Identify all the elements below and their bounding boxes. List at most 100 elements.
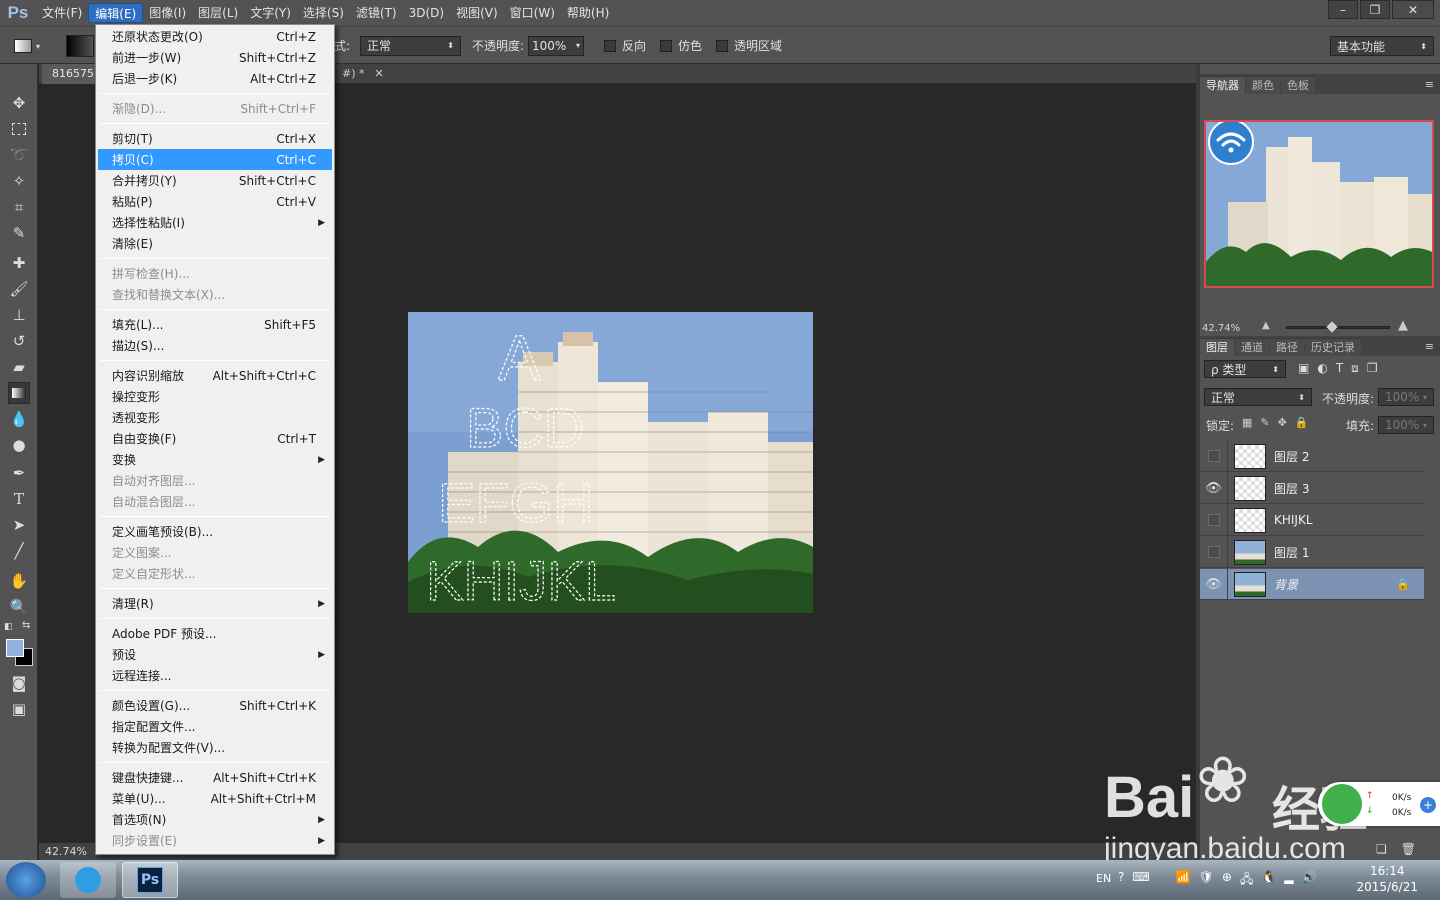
layer-row[interactable]: 👁 背景 🔒	[1200, 568, 1424, 600]
default-colors-icon[interactable]: ◧	[4, 622, 13, 632]
layers-tab[interactable]: 路径	[1270, 338, 1304, 356]
eye-icon[interactable]: 👁	[1200, 472, 1228, 504]
gradient-tool-icon[interactable]	[8, 382, 30, 404]
edit-menu-item[interactable]: 还原状态更改(O) Ctrl+Z	[98, 26, 332, 47]
taskbar-app-photoshop[interactable]: Ps	[122, 862, 178, 898]
edit-menu-item[interactable]: Adobe PDF 预设...	[98, 623, 332, 644]
pen-tool-icon[interactable]: ✒	[8, 462, 30, 484]
document-tab-suffix[interactable]: #) * ✕	[334, 64, 392, 84]
menu-item[interactable]: 3D(D)	[403, 3, 450, 23]
brush-tool-icon[interactable]: 🖌	[8, 278, 30, 300]
close-tab-icon[interactable]: ✕	[375, 67, 384, 80]
taskbar-app-browser[interactable]	[60, 862, 116, 898]
opacity-input[interactable]: 100% ▾	[528, 35, 584, 56]
shape-filter-icon[interactable]: ⧈	[1351, 361, 1359, 376]
edit-menu-item[interactable]: 菜单(U)... Alt+Shift+Ctrl+M	[98, 788, 332, 809]
edit-menu-item[interactable]: 清理(R) ▶	[98, 593, 332, 614]
zoom-in-icon[interactable]: ▲	[1398, 318, 1408, 333]
menu-item[interactable]: 文件(F)	[36, 3, 88, 23]
adjustment-filter-icon[interactable]: ◐	[1317, 361, 1327, 376]
edit-menu-item[interactable]: 远程连接...	[98, 665, 332, 686]
edit-menu-item[interactable]: 选择性粘贴(I) ▶	[98, 212, 332, 233]
foreground-color-swatch[interactable]	[6, 639, 24, 657]
edit-menu-item[interactable]: 内容识别缩放 Alt+Shift+Ctrl+C	[98, 365, 332, 386]
edit-menu-item[interactable]: 剪切(T) Ctrl+X	[98, 128, 332, 149]
reverse-checkbox[interactable]: 反向	[604, 35, 646, 56]
layer-row[interactable]: 👁 图层 3	[1200, 472, 1424, 504]
edit-menu-item[interactable]: 合并拷贝(Y) Shift+Ctrl+C	[98, 170, 332, 191]
layers-tab[interactable]: 历史记录	[1305, 338, 1361, 356]
minimize-button[interactable]: –	[1328, 0, 1358, 19]
network-speed-widget[interactable]: ↑ ↓ 0K/s 0K/s +	[1318, 782, 1440, 826]
dodge-tool-icon[interactable]: ●	[8, 434, 30, 456]
smart-object-filter-icon[interactable]: ❐	[1367, 361, 1378, 376]
menu-item[interactable]: 选择(S)	[297, 3, 350, 23]
edit-menu-item[interactable]: 颜色设置(G)... Shift+Ctrl+K	[98, 695, 332, 716]
swap-colors-icon[interactable]: ⇆	[22, 620, 30, 631]
layer-opacity-input[interactable]: 100% ▾	[1378, 388, 1434, 406]
mode-select[interactable]: 正常 ⬍	[360, 35, 461, 56]
edit-menu-item[interactable]: 前进一步(W) Shift+Ctrl+Z	[98, 47, 332, 68]
help-icon[interactable]: ?	[1118, 870, 1124, 891]
path-selection-tool-icon[interactable]: ➤	[8, 514, 30, 536]
edit-menu-item[interactable]: 预设 ▶	[98, 644, 332, 665]
type-tool-icon[interactable]: T	[8, 488, 30, 510]
gradient-editor-swatch[interactable]	[66, 35, 94, 57]
layers-tab[interactable]: 图层	[1200, 338, 1234, 356]
line-tool-icon[interactable]: ╱	[8, 540, 30, 562]
edit-menu-item[interactable]: 指定配置文件...	[98, 716, 332, 737]
lock-transparency-icon[interactable]: ▦	[1242, 416, 1252, 429]
edit-menu-item[interactable]: 变换 ▶	[98, 449, 332, 470]
edit-menu-item[interactable]: 拷贝(C) Ctrl+C	[98, 149, 332, 170]
signal-icon[interactable]: ▂	[1284, 870, 1293, 891]
new-layer-icon[interactable]: ❏	[1376, 842, 1387, 856]
menu-item[interactable]: 窗口(W)	[504, 3, 561, 23]
input-method-icon[interactable]: ⌨	[1132, 870, 1149, 891]
edit-menu-item[interactable]: 定义画笔预设(B)...	[98, 521, 332, 542]
visibility-toggle[interactable]	[1200, 504, 1228, 536]
move-tool-icon[interactable]: ✥	[8, 92, 30, 114]
transparency-checkbox[interactable]: 透明区域	[716, 35, 782, 56]
trash-icon[interactable]: 🗑	[1401, 842, 1416, 856]
menu-item[interactable]: 编辑(E)	[88, 3, 144, 23]
magic-wand-tool-icon[interactable]: ✧	[8, 170, 30, 192]
menu-item[interactable]: 帮助(H)	[561, 3, 615, 23]
eraser-tool-icon[interactable]: ▰	[8, 356, 30, 378]
edit-menu-item[interactable]: 转换为配置文件(V)...	[98, 737, 332, 758]
edit-menu-item[interactable]: 自由变换(F) Ctrl+T	[98, 428, 332, 449]
tool-preset-picker[interactable]: ▾	[14, 35, 54, 57]
marquee-tool-icon[interactable]	[8, 118, 30, 140]
lock-position-icon[interactable]: ✥	[1278, 416, 1287, 429]
history-brush-tool-icon[interactable]: ↺	[8, 330, 30, 352]
edit-menu-item[interactable]: 后退一步(K) Alt+Ctrl+Z	[98, 68, 332, 89]
blend-mode-select[interactable]: 正常 ⬍	[1204, 388, 1312, 406]
quick-mask-icon[interactable]: ◙	[8, 672, 30, 694]
navigator-tab[interactable]: 导航器	[1200, 76, 1245, 94]
plus-icon[interactable]: +	[1420, 797, 1436, 813]
qq-icon[interactable]: 🐧	[1261, 870, 1276, 891]
dither-checkbox[interactable]: 仿色	[660, 35, 702, 56]
workspace-select[interactable]: 基本功能 ⬍	[1330, 36, 1434, 56]
type-filter-icon[interactable]: T	[1336, 361, 1343, 376]
zoom-tool-icon[interactable]: 🔍	[8, 596, 30, 618]
shield-icon[interactable]: 🛡	[1199, 870, 1214, 891]
edit-menu-item[interactable]: 粘贴(P) Ctrl+V	[98, 191, 332, 212]
menu-item[interactable]: 滤镜(T)	[350, 3, 403, 23]
edit-menu-item[interactable]: 键盘快捷键... Alt+Shift+Ctrl+K	[98, 767, 332, 788]
restore-button[interactable]: ❐	[1360, 0, 1390, 19]
blur-tool-icon[interactable]: 💧	[8, 408, 30, 430]
healing-brush-tool-icon[interactable]: ✚	[8, 252, 30, 274]
panel-menu-icon[interactable]: ≡	[1425, 78, 1434, 91]
layer-filter-select[interactable]: ρ 类型 ⬍	[1204, 360, 1286, 378]
zoom-status[interactable]: 42.74%	[45, 845, 87, 858]
language-indicator[interactable]: EN	[1096, 872, 1111, 885]
start-button-icon[interactable]	[6, 862, 46, 898]
close-button[interactable]: ✕	[1392, 0, 1434, 19]
plus-circle-icon[interactable]: ⊕	[1222, 870, 1232, 891]
visibility-toggle[interactable]	[1200, 536, 1228, 568]
menu-item[interactable]: 视图(V)	[450, 3, 504, 23]
panel-menu-icon[interactable]: ≡	[1425, 340, 1434, 353]
crop-tool-icon[interactable]: ⌗	[8, 196, 30, 218]
clone-stamp-tool-icon[interactable]: ⊥	[8, 304, 30, 326]
lock-pixels-icon[interactable]: ✎	[1260, 416, 1269, 429]
